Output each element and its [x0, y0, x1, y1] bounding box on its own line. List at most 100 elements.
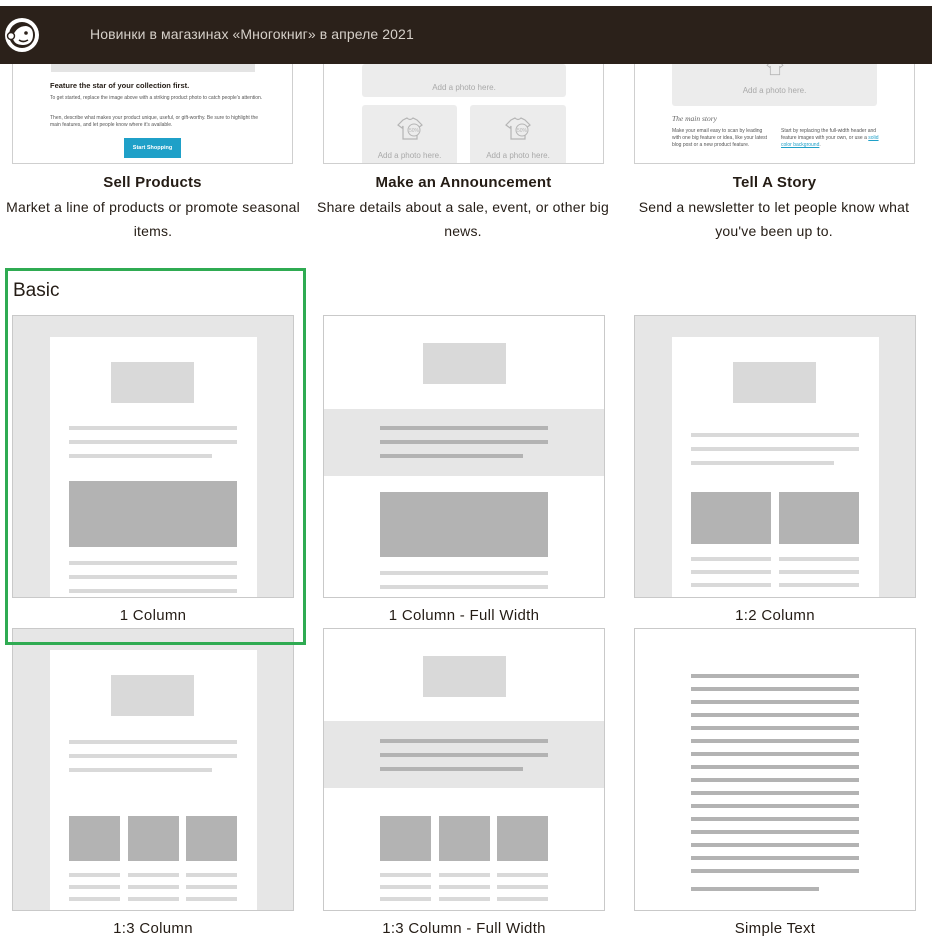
text-line — [128, 873, 179, 877]
photo-placeholder: Add a photo here. — [672, 64, 877, 106]
text-line — [380, 897, 431, 901]
photo-placeholder: Add a photo here. — [362, 64, 566, 97]
text-line — [186, 885, 237, 889]
template-name-simple-text[interactable]: Simple Text — [634, 920, 916, 937]
thumb-shop-button: Start Shopping — [124, 138, 181, 158]
text-line — [69, 589, 237, 593]
text-line — [128, 885, 179, 889]
discount-badge: 50% — [409, 128, 420, 134]
template-title-story[interactable]: Tell A Story — [634, 174, 915, 191]
text-line — [128, 897, 179, 901]
text-line — [691, 570, 771, 574]
mailchimp-freddie-icon[interactable] — [2, 14, 44, 56]
text-line — [497, 885, 548, 889]
tshirt-icon: 50% — [397, 117, 423, 140]
text-line — [691, 726, 859, 730]
template-thumb-announcement[interactable]: Add a photo here. 50% Add a photo here. … — [323, 64, 604, 164]
text-line — [497, 873, 548, 877]
text-line — [691, 583, 771, 587]
image-placeholder — [497, 816, 548, 861]
thumb-heading: Feature the star of your collection firs… — [50, 81, 190, 90]
text-line — [439, 885, 490, 889]
text-line — [380, 426, 548, 430]
text-line — [380, 454, 523, 458]
text-line — [69, 897, 120, 901]
thumb-paragraph: To get started, replace the image above … — [50, 95, 263, 101]
thumb-column-left: Make your email easy to scan by leading … — [672, 128, 768, 148]
text-line — [69, 754, 237, 758]
template-desc-story: Send a newsletter to let people know wha… — [638, 199, 910, 239]
email-paper — [672, 337, 879, 597]
template-thumb-1-3-column[interactable] — [12, 628, 294, 911]
logo-placeholder — [111, 362, 194, 403]
page-title: Новинки в магазинах «Многокниг» в апреле… — [90, 26, 414, 42]
template-desc-announcement: Share details about a sale, event, or ot… — [317, 199, 609, 239]
text-line — [691, 739, 859, 743]
image-placeholder — [186, 816, 237, 861]
template-thumb-1-column[interactable] — [12, 315, 294, 598]
text-line — [779, 570, 859, 574]
text-line — [497, 897, 548, 901]
text-line — [380, 571, 548, 575]
template-desc-sell-products: Market a line of products or promote sea… — [6, 199, 300, 239]
text-line — [69, 426, 237, 430]
text-line — [69, 768, 212, 772]
app-header: Новинки в магазинах «Многокниг» в апреле… — [0, 6, 932, 64]
text-line — [69, 440, 237, 444]
text-line — [380, 873, 431, 877]
text-line — [691, 461, 834, 465]
image-placeholder — [128, 816, 179, 861]
image-placeholder — [779, 492, 859, 544]
text-line — [691, 674, 859, 678]
text-line — [439, 873, 490, 877]
text-line — [691, 713, 859, 717]
email-paper — [50, 650, 257, 910]
logo-placeholder — [733, 362, 816, 403]
text-line — [380, 739, 548, 743]
template-thumb-1-column-full-width[interactable] — [323, 315, 605, 598]
text-line — [69, 885, 120, 889]
text-line — [69, 740, 237, 744]
template-thumb-1-2-column[interactable] — [634, 315, 916, 598]
text-line — [691, 887, 819, 891]
template-name-1-column-full-width[interactable]: 1 Column - Full Width — [323, 607, 605, 624]
image-placeholder — [51, 64, 255, 72]
thumb-subheading: The main story — [672, 114, 717, 123]
text-line — [380, 440, 548, 444]
text-line — [779, 557, 859, 561]
photo-placeholder: 50% Add a photo here. — [362, 105, 457, 163]
text-line — [691, 752, 859, 756]
logo-placeholder — [111, 675, 194, 716]
thumb-column-right: Start by replacing the full-width header… — [781, 128, 879, 148]
text-line — [691, 830, 859, 834]
template-name-1-2-column[interactable]: 1:2 Column — [634, 607, 916, 624]
logo-placeholder — [423, 343, 506, 384]
text-line — [691, 700, 859, 704]
text-line — [691, 557, 771, 561]
text-line — [691, 433, 859, 437]
text-line — [691, 843, 859, 847]
template-name-1-3-column[interactable]: 1:3 Column — [12, 920, 294, 937]
template-title-sell-products[interactable]: Sell Products — [12, 174, 293, 191]
template-thumb-1-3-column-full-width[interactable] — [323, 628, 605, 911]
text-line — [691, 778, 859, 782]
text-line — [380, 767, 523, 771]
template-title-announcement[interactable]: Make an Announcement — [323, 174, 604, 191]
template-thumb-simple-text[interactable] — [634, 628, 916, 911]
template-thumb-sell-products[interactable]: Feature the star of your collection firs… — [12, 64, 293, 164]
text-line — [380, 585, 548, 589]
text-line — [69, 454, 212, 458]
template-thumb-story[interactable]: Add a photo here. The main story Make yo… — [634, 64, 915, 164]
template-name-1-3-column-full-width[interactable]: 1:3 Column - Full Width — [323, 920, 605, 937]
tshirt-icon: 50% — [505, 117, 531, 140]
image-placeholder — [380, 492, 548, 557]
template-name-1-column[interactable]: 1 Column — [12, 607, 294, 624]
image-placeholder — [439, 816, 490, 861]
email-paper — [50, 337, 257, 597]
text-line — [186, 873, 237, 877]
logo-placeholder — [423, 656, 506, 697]
text-line — [439, 897, 490, 901]
text-line — [69, 575, 237, 579]
image-placeholder — [69, 816, 120, 861]
text-line — [691, 817, 859, 821]
